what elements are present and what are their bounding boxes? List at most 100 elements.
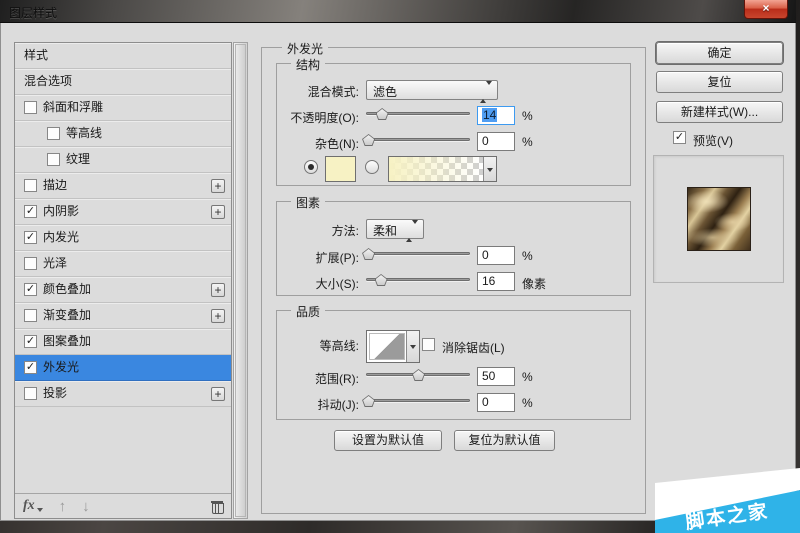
sidebar-item-10[interactable]: ✓ 颜色叠加 + — [15, 277, 231, 303]
sidebar-item-label: 等高线 — [66, 121, 102, 146]
technique-value: 柔和 — [373, 224, 397, 238]
sidebar-item-4[interactable]: 等高线 — [15, 121, 231, 147]
sidebar-item-label: 斜面和浮雕 — [43, 95, 103, 120]
glow-color-swatch[interactable] — [325, 156, 356, 182]
stepper-icon — [406, 224, 418, 238]
unchecked-checkbox-icon[interactable] — [24, 179, 37, 192]
antialias-checkbox[interactable] — [422, 338, 435, 351]
jitter-label: 抖动(J): — [241, 396, 359, 413]
range-input[interactable]: 50 — [477, 367, 515, 386]
range-slider[interactable] — [366, 368, 470, 382]
sidebar-item-11[interactable]: 渐变叠加 + — [15, 303, 231, 329]
add-effect-icon[interactable]: + — [211, 179, 225, 193]
noise-input[interactable]: 0 — [477, 132, 515, 151]
checked-checkbox-icon[interactable]: ✓ — [24, 335, 37, 348]
jitter-slider[interactable] — [366, 394, 470, 408]
spread-label: 扩展(P): — [241, 249, 359, 266]
jitter-input[interactable]: 0 — [477, 393, 515, 412]
titlebar[interactable]: 图层样式 × — [0, 0, 796, 23]
sidebar-item-7[interactable]: ✓ 内阴影 + — [15, 199, 231, 225]
sidebar-item-label: 光泽 — [43, 251, 67, 276]
styles-footer-toolbar: fx ↑ ↓ — [15, 493, 231, 518]
contour-thumbnail — [369, 333, 405, 360]
blend-mode-select[interactable]: 滤色 — [366, 80, 498, 100]
add-effect-icon[interactable]: + — [211, 387, 225, 401]
unchecked-checkbox-icon[interactable] — [24, 101, 37, 114]
sidebar-item-13[interactable]: ✓外发光 — [15, 355, 231, 381]
outer-glow-title: 外发光 — [282, 40, 328, 57]
spread-slider[interactable] — [366, 247, 470, 261]
sidebar-item-8[interactable]: ✓ 内发光 — [15, 225, 231, 251]
noise-slider[interactable] — [366, 133, 470, 147]
move-up-icon[interactable]: ↑ — [59, 498, 67, 515]
gradient-dropdown-icon[interactable] — [483, 157, 496, 181]
sidebar-item-5[interactable]: 纹理 — [15, 147, 231, 173]
styles-list-panel: 样式混合选项斜面和浮雕等高线纹理描边+✓内阴影+✓内发光光泽✓颜色叠加+渐变叠加… — [14, 42, 232, 519]
fx-icon[interactable]: fx — [23, 498, 35, 514]
elements-title: 图素 — [291, 194, 325, 211]
slider-track — [366, 399, 470, 402]
contour-picker[interactable] — [366, 330, 420, 363]
slider-thumb[interactable] — [376, 108, 389, 120]
window-title: 图层样式 — [9, 4, 57, 21]
unchecked-checkbox-icon[interactable] — [47, 127, 60, 140]
sidebar-item-label: 颜色叠加 — [43, 277, 91, 302]
gradient-picker[interactable] — [388, 156, 497, 182]
size-slider[interactable] — [366, 273, 470, 287]
opacity-unit: % — [522, 109, 533, 123]
preview-panel — [653, 155, 784, 283]
sidebar-item-label: 纹理 — [66, 147, 90, 172]
sidebar-item-9[interactable]: 光泽 — [15, 251, 231, 277]
reset-default-button[interactable]: 复位为默认值 — [454, 430, 555, 451]
slider-track — [366, 252, 470, 255]
reset-button[interactable]: 复位 — [656, 71, 783, 93]
sidebar-item-label: 描边 — [43, 173, 67, 198]
sidebar-item-3[interactable]: 斜面和浮雕 — [15, 95, 231, 121]
contour-dropdown-icon[interactable] — [406, 331, 419, 362]
sidebar-item-2[interactable]: 混合选项 — [15, 69, 231, 95]
blend-mode-label: 混合模式: — [241, 83, 359, 100]
sidebar-item-1[interactable]: 样式 — [15, 43, 231, 69]
slider-thumb[interactable] — [412, 369, 425, 381]
blend-mode-value: 滤色 — [373, 85, 397, 99]
checked-checkbox-icon[interactable]: ✓ — [24, 231, 37, 244]
opacity-label: 不透明度(O): — [241, 109, 359, 126]
range-label: 范围(R): — [241, 370, 359, 387]
spread-input[interactable]: 0 — [477, 246, 515, 265]
sidebar-item-label: 投影 — [43, 381, 67, 406]
unchecked-checkbox-icon[interactable] — [24, 309, 37, 322]
sidebar-item-12[interactable]: ✓图案叠加 — [15, 329, 231, 355]
sidebar-item-label: 渐变叠加 — [43, 303, 91, 328]
gradient-radio[interactable] — [365, 160, 379, 174]
color-radio[interactable] — [304, 160, 318, 174]
delete-effect-icon[interactable] — [211, 500, 223, 512]
checked-checkbox-icon[interactable]: ✓ — [24, 361, 37, 374]
slider-thumb[interactable] — [375, 274, 388, 286]
sidebar-item-label: 内阴影 — [43, 199, 79, 224]
structure-title: 结构 — [291, 56, 325, 73]
sidebar-item-label: 混合选项 — [24, 69, 72, 94]
add-effect-icon[interactable]: + — [211, 309, 225, 323]
add-effect-icon[interactable]: + — [211, 205, 225, 219]
ok-button[interactable]: 确定 — [656, 42, 783, 64]
sidebar-item-14[interactable]: 投影 + — [15, 381, 231, 407]
sidebar-item-6[interactable]: 描边 + — [15, 173, 231, 199]
unchecked-checkbox-icon[interactable] — [24, 257, 37, 270]
technique-select[interactable]: 柔和 — [366, 219, 424, 239]
new-style-button[interactable]: 新建样式(W)... — [656, 101, 783, 123]
unchecked-checkbox-icon[interactable] — [47, 153, 60, 166]
close-icon[interactable]: × — [744, 0, 788, 19]
noise-unit: % — [522, 135, 533, 149]
size-input[interactable]: 16 — [477, 272, 515, 291]
checked-checkbox-icon[interactable]: ✓ — [24, 205, 37, 218]
opacity-input[interactable]: 14 — [477, 106, 515, 125]
preview-checkbox[interactable]: ✓ — [673, 131, 686, 144]
size-unit: 像素 — [522, 275, 546, 292]
opacity-slider[interactable] — [366, 107, 470, 121]
make-default-button[interactable]: 设置为默认值 — [334, 430, 442, 451]
move-down-icon[interactable]: ↓ — [82, 498, 90, 515]
checked-checkbox-icon[interactable]: ✓ — [24, 283, 37, 296]
add-effect-icon[interactable]: + — [211, 283, 225, 297]
sidebar-item-label: 内发光 — [43, 225, 79, 250]
unchecked-checkbox-icon[interactable] — [24, 387, 37, 400]
